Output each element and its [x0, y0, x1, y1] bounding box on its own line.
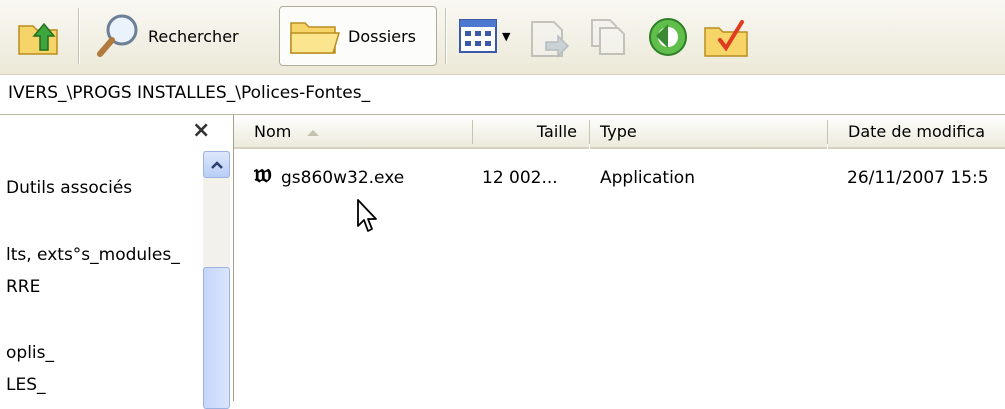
column-header-name[interactable]: Nom: [234, 115, 474, 149]
file-type: Application: [600, 168, 695, 188]
folders-icon: [290, 22, 341, 54]
column-header-date[interactable]: Date de modifica: [828, 115, 1005, 149]
ghostscript-file-icon: 𝔴: [254, 159, 272, 189]
column-header-type-label: Type: [600, 122, 637, 141]
tree-item[interactable]: Dutils associés: [6, 178, 132, 198]
mouse-cursor-icon: [357, 199, 377, 232]
search-button-label: Rechercher: [148, 26, 239, 46]
tree-item[interactable]: oplis_: [6, 343, 54, 363]
toolbar-separator: [445, 8, 447, 64]
folders-button[interactable]: Dossiers: [279, 6, 437, 66]
chevron-up-icon: [210, 160, 223, 169]
column-header-size[interactable]: Taille: [474, 115, 589, 149]
toolbar: Rechercher Dossiers ▼: [0, 0, 1005, 75]
folder-check-icon: [704, 20, 748, 57]
column-header-date-label: Date de modifica: [848, 122, 986, 141]
file-date: 26/11/2007 15:5: [847, 168, 989, 188]
tree-item[interactable]: RRE: [6, 277, 40, 297]
tree-item[interactable]: lts, exts°s_modules_: [6, 245, 180, 265]
move-to-icon: [531, 21, 570, 58]
undo-button[interactable]: [646, 16, 690, 58]
folder-options-button[interactable]: [702, 14, 752, 60]
search-button[interactable]: Rechercher: [94, 12, 239, 60]
views-dropdown-button[interactable]: ▼: [458, 18, 510, 54]
up-folder-button[interactable]: [16, 14, 62, 58]
close-icon[interactable]: ×: [192, 118, 210, 143]
copy-to-icon: [591, 19, 625, 55]
column-header-type[interactable]: Type: [590, 115, 827, 149]
copy-to-button[interactable]: [586, 14, 632, 60]
column-divider[interactable]: [472, 120, 473, 144]
undo-icon: [649, 18, 687, 56]
column-header-size-label: Taille: [536, 122, 577, 141]
chevron-down-icon: ▼: [502, 29, 511, 43]
folders-button-label: Dossiers: [348, 26, 416, 46]
folders-pane: × Dutils associés lts, exts°s_modules_ R…: [0, 115, 234, 409]
file-size: 12 002...: [482, 168, 558, 188]
sort-ascending-icon: [307, 130, 319, 136]
toolbar-separator: [78, 8, 80, 64]
folder-up-icon: [18, 22, 58, 55]
search-icon: [97, 14, 138, 57]
views-icon: [459, 19, 497, 53]
address-path: IVERS_\PROGS INSTALLES_\Polices-Fontes_: [8, 83, 371, 103]
scroll-up-button[interactable]: [203, 151, 230, 178]
folders-pane-header: ×: [0, 115, 233, 149]
tree-item[interactable]: LES_: [6, 375, 46, 395]
scroll-thumb[interactable]: [203, 267, 230, 409]
file-list: Nom Taille Type Date de modifica 𝔴 gs860…: [234, 115, 1005, 401]
move-to-button[interactable]: [528, 14, 574, 60]
column-header-name-label: Nom: [254, 122, 292, 141]
vertical-scrollbar[interactable]: [203, 151, 230, 409]
address-bar[interactable]: IVERS_\PROGS INSTALLES_\Polices-Fontes_: [0, 75, 1005, 115]
file-name: gs860w32.exe: [281, 168, 405, 188]
